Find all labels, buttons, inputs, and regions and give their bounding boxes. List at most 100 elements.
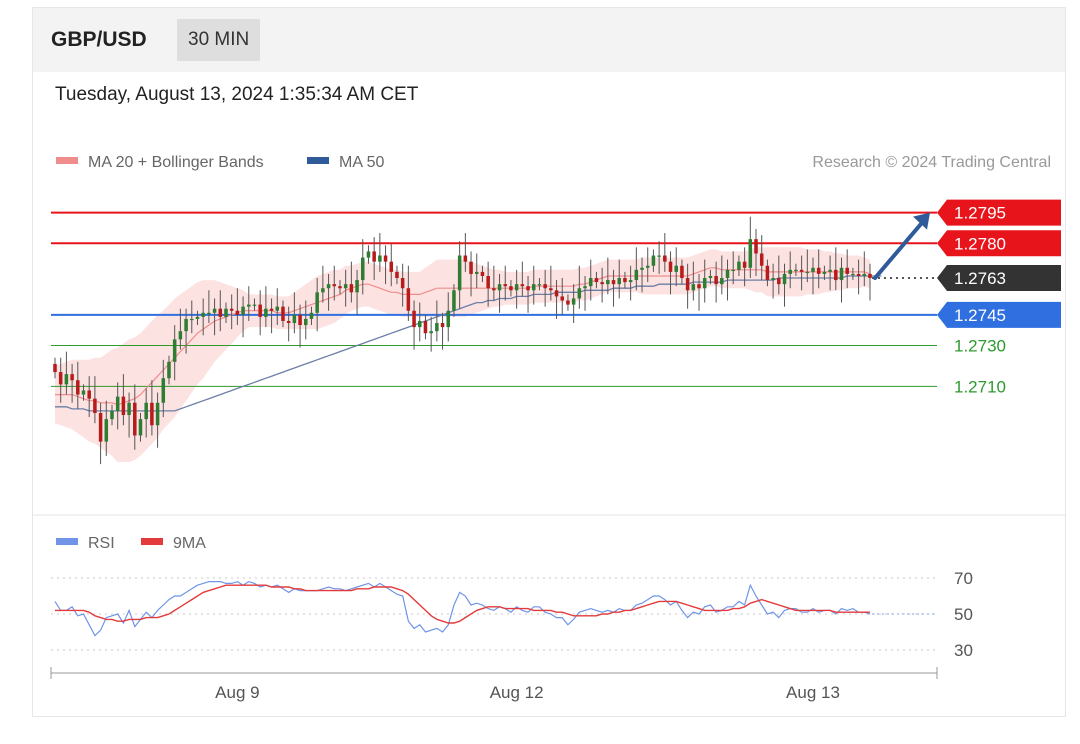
candle-body (765, 265, 770, 281)
candle-body (834, 269, 838, 281)
candle-body (252, 304, 257, 306)
x-axis: Aug 9 Aug 12 Aug 13 (50, 667, 938, 702)
candle-body (286, 320, 291, 324)
candle-body (685, 278, 690, 291)
candle-body (571, 298, 576, 305)
candle-body (868, 273, 872, 279)
candle-body (98, 412, 103, 442)
candle-body (628, 280, 633, 283)
projection (873, 212, 930, 281)
candle-body (326, 284, 331, 289)
level-label-1.2780: 1.2780 (954, 234, 1006, 253)
candle-body (702, 278, 707, 289)
candle-body (805, 271, 810, 274)
candle-body (503, 284, 508, 287)
candle-body (663, 255, 667, 262)
candle-body (634, 269, 639, 281)
candle-body (537, 284, 542, 286)
candle-body (167, 361, 171, 379)
candle-body (520, 284, 525, 287)
rsi-legend-swatch (56, 538, 78, 545)
candle-body (531, 284, 536, 291)
candle-body (794, 269, 798, 272)
candle-body (862, 273, 867, 276)
candle-body (463, 255, 468, 262)
candle-body (133, 402, 137, 436)
candle-body (53, 363, 57, 373)
candle-body (104, 419, 109, 442)
candle-body (469, 261, 473, 274)
candle-body (514, 284, 519, 291)
candle-body (172, 339, 177, 362)
candle-body (429, 331, 433, 334)
candles (53, 216, 872, 465)
candle-body (423, 320, 428, 334)
candle-body (822, 271, 827, 274)
candle-body (617, 278, 621, 285)
ma20-legend-label: MA 20 + Bollinger Bands (88, 154, 264, 171)
candle-body (446, 310, 451, 328)
candle-body (497, 284, 502, 291)
candle-body (70, 374, 74, 381)
candle-body (87, 390, 91, 399)
candle-body (138, 419, 143, 436)
candle-body (190, 318, 194, 321)
candle-body (207, 312, 211, 314)
candle-body (378, 255, 382, 262)
candle-body (811, 267, 815, 272)
candle-body (782, 273, 787, 285)
level-label-1.2795: 1.2795 (954, 204, 1006, 223)
price-chart: 1.2795 1.2780 1.2763 1.2745 1.2730 1.2710 MA … (33, 154, 1066, 702)
candle-body (526, 286, 530, 291)
candle-body (395, 271, 399, 279)
candle-body (201, 312, 205, 317)
candle-body (321, 288, 325, 293)
rsi-tick-label-70: 70 (954, 569, 973, 588)
candle-body (360, 257, 365, 281)
candle-body (742, 261, 747, 268)
ma50-legend-label: MA 50 (339, 154, 384, 171)
candle-body (474, 271, 479, 274)
candle-body (115, 396, 120, 411)
level-label-1.2745: 1.2745 (954, 306, 1006, 325)
candle-body (748, 239, 753, 268)
candle-body (714, 275, 718, 285)
candle-body (195, 316, 200, 319)
candle-body (788, 269, 792, 274)
candle-body (645, 265, 650, 268)
level-labels: 1.2795 1.2780 1.2763 1.2745 1.2730 1.2710 (937, 199, 1061, 396)
rsi-legend-label: RSI (88, 535, 115, 552)
candle-body (452, 290, 456, 311)
candle-body (81, 390, 86, 395)
level-label-1.2763: 1.2763 (954, 269, 1006, 288)
candle-body (355, 280, 359, 293)
candle-body (777, 278, 781, 285)
candle-body (247, 304, 251, 307)
candle-body (275, 306, 280, 311)
candle-body (332, 284, 337, 287)
candle-body (315, 292, 319, 313)
candle-body (110, 410, 114, 420)
candle-body (440, 323, 445, 328)
candle-body (161, 378, 166, 403)
candle-body (366, 251, 371, 258)
candle-body (343, 284, 348, 289)
candle-body (845, 267, 849, 274)
candle-body (543, 284, 547, 289)
candle-body (218, 308, 223, 317)
candle-body (389, 261, 394, 272)
candle-body (839, 267, 844, 281)
candle-body (816, 267, 821, 274)
candle-body (737, 261, 741, 270)
candle-body (406, 288, 411, 311)
candle-body (611, 280, 616, 285)
candle-body (606, 280, 610, 285)
rsi-ma-legend-swatch (141, 538, 163, 545)
candle-body (298, 314, 302, 326)
rsi-panel: 70 50 30 (51, 569, 973, 660)
candle-body (600, 282, 604, 285)
candle-body (851, 273, 855, 276)
candle-body (58, 372, 63, 385)
candle-body (264, 308, 268, 317)
level-label-1.2730: 1.2730 (954, 337, 1006, 356)
